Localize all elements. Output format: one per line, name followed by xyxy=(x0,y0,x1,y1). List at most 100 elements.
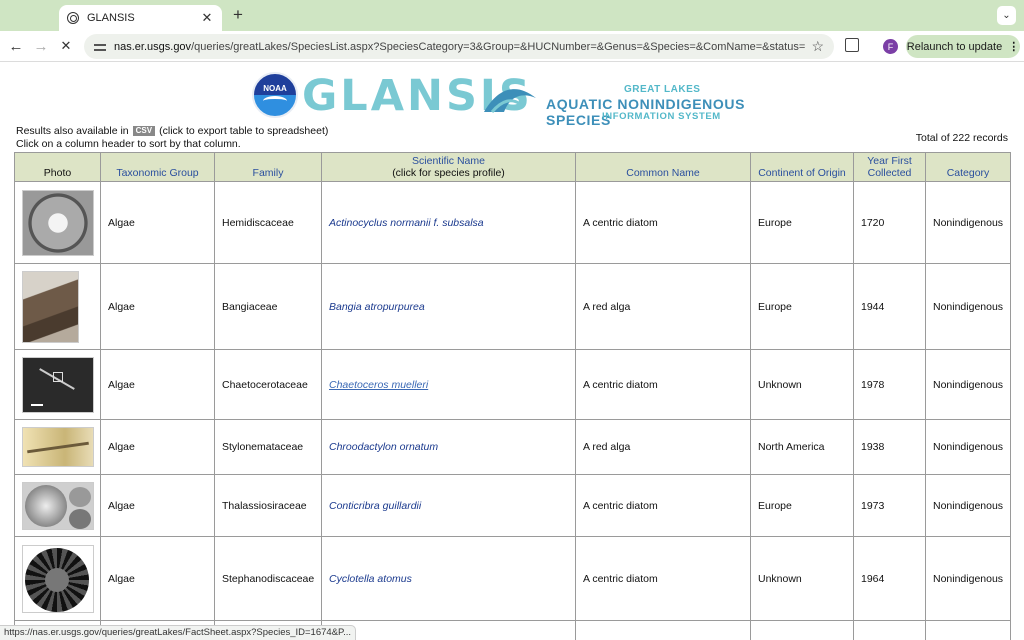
tab-bar: GLANSIS ✕ + ⌄ xyxy=(0,0,1024,31)
address-bar[interactable]: nas.er.usgs.gov/queries/greatLakes/Speci… xyxy=(84,34,834,59)
table-row: Algae Bangiaceae Bangia atropurpurea A r… xyxy=(14,263,1011,350)
site-favicon-icon xyxy=(67,12,79,24)
category-cell: Nonindigenous xyxy=(925,419,1011,475)
scientific-name-link[interactable]: Conticribra guillardii xyxy=(329,500,421,512)
col-header-family[interactable]: Family xyxy=(214,152,322,182)
status-bar-url: https://nas.er.usgs.gov/queries/greatLak… xyxy=(0,625,357,640)
continent-cell: North America xyxy=(750,419,854,475)
close-tab-icon[interactable]: ✕ xyxy=(200,10,214,26)
scientific-name-cell: Cyclotella atomus xyxy=(321,536,576,621)
export-note: Results also available in CSV (click to … xyxy=(16,125,329,137)
year-cell: 1973 xyxy=(853,474,926,537)
category-cell: Nonindigenous xyxy=(925,349,1011,420)
common-name-cell: A centric diatom xyxy=(575,349,751,420)
scientific-name-cell: Chaetoceros muelleri xyxy=(321,349,576,420)
table-row: Algae Stephanodiscaceae Cyclotella atomu… xyxy=(14,536,1011,621)
browser-tab[interactable]: GLANSIS ✕ xyxy=(59,5,222,31)
common-name-cell: A red alga xyxy=(575,419,751,475)
col-header-common-name[interactable]: Common Name xyxy=(575,152,751,182)
record-total: Total of 222 records xyxy=(915,132,1008,144)
species-photo[interactable] xyxy=(22,270,79,343)
family-cell: Thalassiosiraceae xyxy=(214,474,322,537)
taxonomic-group-cell: Algae xyxy=(100,181,215,264)
menu-dots-icon[interactable]: ⋮ xyxy=(1008,40,1019,53)
common-name-cell: A red alga xyxy=(575,263,751,350)
photo-cell xyxy=(14,536,101,621)
photo-cell xyxy=(14,474,101,537)
col-header-scientific-name[interactable]: Scientific Name (click for species profi… xyxy=(321,152,576,182)
scientific-name-link[interactable]: Bangia atropurpurea xyxy=(329,301,425,313)
scientific-name-link[interactable]: Chaetoceros muelleri xyxy=(329,379,428,391)
profile-avatar[interactable]: F xyxy=(883,39,898,54)
continent-cell: Europe xyxy=(750,181,854,264)
bookmark-star-icon[interactable]: ☆ xyxy=(811,38,824,55)
scientific-name-cell: Bangia atropurpurea xyxy=(321,263,576,350)
col-header-continent[interactable]: Continent of Origin xyxy=(750,152,854,182)
category-cell: Nonindigenous xyxy=(925,263,1011,350)
common-name-cell: A centric diatom xyxy=(575,536,751,621)
family-cell: Stylonemataceae xyxy=(214,419,322,475)
continent-cell: Unknown xyxy=(750,536,854,621)
taxonomic-group-cell: Algae xyxy=(100,349,215,420)
table-row: Algae Hemidiscaceae Actinocyclus normani… xyxy=(14,181,1011,264)
scientific-name-cell: Conticribra guillardii xyxy=(321,474,576,537)
tab-search-chevron-icon[interactable]: ⌄ xyxy=(997,6,1016,25)
url-text[interactable]: nas.er.usgs.gov/queries/greatLakes/Speci… xyxy=(114,41,805,53)
continent-cell: Europe xyxy=(750,474,854,537)
family-cell: Stephanodiscaceae xyxy=(214,536,322,621)
photo-cell xyxy=(14,181,101,264)
year-cell: 1964 xyxy=(853,536,926,621)
glansis-banner[interactable]: NOAA GLANSIS GREAT LAKES AQUATIC NONINDI… xyxy=(252,70,762,128)
extensions-puzzle-icon[interactable] xyxy=(845,38,859,52)
back-arrow-icon[interactable]: ← xyxy=(7,37,25,55)
tab-title: GLANSIS xyxy=(87,12,135,24)
scientific-name-cell: Actinocyclus normanii f. subsalsa xyxy=(321,181,576,264)
taxonomic-group-cell: Algae xyxy=(100,263,215,350)
col-header-category[interactable]: Category xyxy=(925,152,1011,182)
species-photo[interactable] xyxy=(22,427,94,467)
table-row: Algae Thalassiosiraceae Conticribra guil… xyxy=(14,474,1011,537)
common-name-cell: A centric diatom xyxy=(575,181,751,264)
csv-export-button[interactable]: CSV xyxy=(132,126,156,136)
table-header-row: Photo Taxonomic Group Family Scientific … xyxy=(14,152,1011,182)
site-info-icon[interactable] xyxy=(94,41,106,53)
year-cell: 1978 xyxy=(853,349,926,420)
species-photo[interactable] xyxy=(22,481,94,530)
scientific-name-link[interactable]: Actinocyclus normanii f. subsalsa xyxy=(329,217,484,229)
col-header-taxonomic-group[interactable]: Taxonomic Group xyxy=(100,152,215,182)
banner-line-3: INFORMATION SYSTEM xyxy=(602,111,721,122)
species-table: Photo Taxonomic Group Family Scientific … xyxy=(14,152,1011,640)
scientific-name-link[interactable]: Cyclotella atomus xyxy=(329,573,412,585)
photo-cell xyxy=(14,419,101,475)
species-photo[interactable] xyxy=(22,189,94,256)
relaunch-label: Relaunch to update xyxy=(906,40,1003,53)
species-photo[interactable] xyxy=(22,356,94,413)
common-name-cell: A centric diatom xyxy=(575,474,751,537)
photo-cell xyxy=(14,349,101,420)
forward-arrow-icon[interactable]: → xyxy=(32,37,50,55)
col-header-year[interactable]: Year First Collected xyxy=(853,152,926,182)
family-cell: Bangiaceae xyxy=(214,263,322,350)
family-cell: Chaetocerotaceae xyxy=(214,349,322,420)
category-cell: Nonindigenous xyxy=(925,474,1011,537)
page-content: NOAA GLANSIS GREAT LAKES AQUATIC NONINDI… xyxy=(0,62,1024,640)
category-cell: Nonindigenous xyxy=(925,181,1011,264)
taxonomic-group-cell: Algae xyxy=(100,474,215,537)
species-photo[interactable] xyxy=(22,544,94,613)
browser-toolbar: ← → ✕ nas.er.usgs.gov/queries/greatLakes… xyxy=(0,31,1024,62)
continent-cell: Unknown xyxy=(750,349,854,420)
stop-loading-icon[interactable]: ✕ xyxy=(57,37,75,55)
continent-cell: Europe xyxy=(750,263,854,350)
banner-line-1: GREAT LAKES xyxy=(624,84,701,95)
table-row: Algae Chaetocerotaceae Chaetoceros muell… xyxy=(14,349,1011,420)
new-tab-button[interactable]: + xyxy=(229,5,247,25)
scientific-name-cell: Chroodactylon ornatum xyxy=(321,419,576,475)
taxonomic-group-cell: Algae xyxy=(100,536,215,621)
scientific-name-link[interactable]: Chroodactylon ornatum xyxy=(329,441,438,453)
noaa-logo: NOAA xyxy=(252,72,298,118)
taxonomic-group-cell: Algae xyxy=(100,419,215,475)
year-cell: 1720 xyxy=(853,181,926,264)
relaunch-button[interactable]: Relaunch to update ⋮ xyxy=(906,35,1020,58)
col-header-photo: Photo xyxy=(14,152,101,182)
family-cell: Hemidiscaceae xyxy=(214,181,322,264)
